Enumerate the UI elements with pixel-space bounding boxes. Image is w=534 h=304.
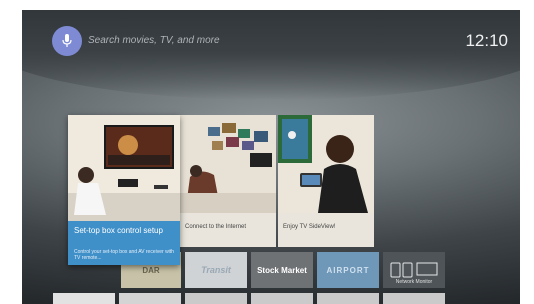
sideview-image [278, 115, 374, 213]
setup-card-sideview[interactable]: Enjoy TV SideView! [278, 115, 374, 247]
search-input[interactable]: Search movies, TV, and more [88, 35, 220, 46]
living-room-tv-image [68, 115, 180, 221]
app-label: Stock Market [257, 265, 307, 275]
microphone-icon [62, 34, 72, 47]
app-label: DAR [142, 265, 160, 275]
devices-icon [390, 262, 438, 278]
app-tile-network-monitor[interactable]: Network Monitor [383, 252, 445, 288]
app-tile-stock-market[interactable]: Stock Market [251, 252, 313, 288]
setup-card-set-top-box[interactable]: Set-top box control setup Control your s… [68, 115, 180, 265]
voice-search-button[interactable] [52, 26, 82, 56]
connect-internet-image [180, 115, 276, 213]
input-tile[interactable] [53, 293, 115, 304]
setup-card-internet[interactable]: Connect to the Internet [180, 115, 276, 247]
card-caption: Connect to the Internet [185, 224, 247, 230]
input-tile[interactable] [383, 293, 445, 304]
card-caption: Enjoy TV SideView! [283, 224, 336, 230]
featured-card-info: Set-top box control setup Control your s… [68, 221, 180, 265]
featured-card-description: Control your set-top box and AV receiver… [74, 249, 174, 261]
input-tile[interactable] [317, 293, 379, 304]
input-tile[interactable] [119, 293, 181, 304]
clock: 12:10 [465, 31, 508, 50]
app-tile-airport[interactable]: AIRPORT [317, 252, 379, 288]
input-tile[interactable] [251, 293, 313, 304]
app-tile-transit[interactable]: Transit [185, 252, 247, 288]
featured-card-title: Set-top box control setup [74, 226, 163, 235]
app-label: Network Monitor [395, 279, 433, 285]
app-label: AIRPORT [326, 265, 370, 275]
input-tile[interactable] [185, 293, 247, 304]
tv-home-screen: Search movies, TV, and more 12:10 Set-to… [22, 10, 520, 304]
app-label: Transit [201, 265, 231, 275]
